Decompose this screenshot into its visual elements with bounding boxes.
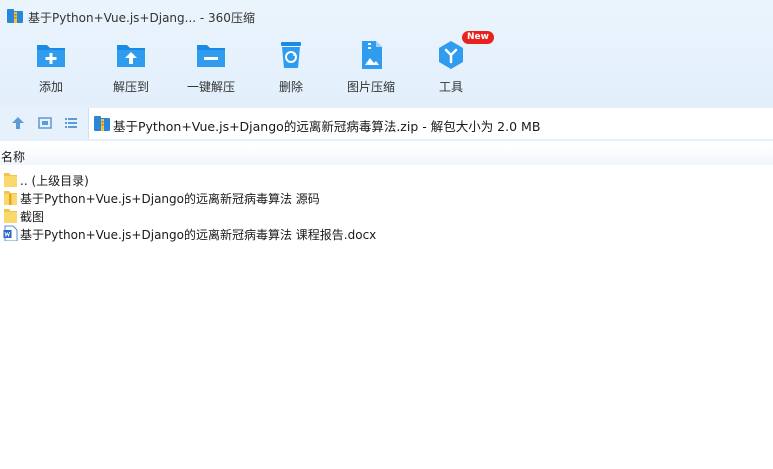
list-item-label: .. (上级目录): [20, 174, 89, 188]
up-arrow-icon[interactable]: [10, 115, 26, 131]
delete-button-label: 删除: [278, 80, 303, 94]
list-view-icon[interactable]: [63, 115, 79, 131]
address-bar: 基于Python+Vue.js+Django的远离新冠病毒算法.zip - 解包…: [0, 107, 773, 141]
add-button[interactable]: 添加: [11, 36, 91, 98]
path-text: 基于Python+Vue.js+Django的远离新冠病毒算法.zip - 解包…: [113, 119, 541, 134]
zip-folder-icon: [4, 191, 17, 205]
app-zip-icon: [7, 9, 23, 23]
list-item-label: 基于Python+Vue.js+Django的远离新冠病毒算法 源码: [20, 192, 320, 206]
one-click-extract-button[interactable]: 一键解压: [171, 36, 251, 98]
recycle-icon: [281, 42, 301, 68]
thumbnail-view-icon[interactable]: [37, 115, 53, 131]
list-item[interactable]: 基于Python+Vue.js+Django的远离新冠病毒算法 源码: [0, 188, 773, 206]
extract-to-button[interactable]: 解压到: [91, 36, 171, 98]
window-title: 基于Python+Vue.js+Djang... - 360压缩: [28, 11, 255, 25]
tools-button[interactable]: New 工具: [411, 31, 494, 98]
list-item[interactable]: 截图: [0, 206, 773, 224]
list-item-parent[interactable]: .. (上级目录): [0, 170, 773, 188]
file-list: .. (上级目录) 基于Python+Vue.js+Django的远离新冠病毒算…: [0, 170, 773, 242]
image-compress-button-label: 图片压缩: [346, 80, 395, 94]
image-compress-button[interactable]: 图片压缩: [331, 36, 411, 98]
folder-icon: [4, 173, 17, 187]
zip-file-icon: [94, 116, 110, 131]
top-area: 基于Python+Vue.js+Djang... - 360压缩 添加 解压到: [0, 0, 773, 107]
add-icon: [37, 45, 65, 67]
one-click-extract-button-label: 一键解压: [186, 80, 235, 94]
tools-icon: [439, 41, 463, 69]
list-item-label: 基于Python+Vue.js+Django的远离新冠病毒算法 课程报告.doc…: [20, 228, 377, 242]
column-header-name[interactable]: 名称: [0, 145, 773, 165]
add-button-label: 添加: [38, 80, 63, 94]
word-doc-icon: [3, 225, 18, 241]
column-header-label: 名称: [1, 150, 26, 164]
one-click-extract-icon: [197, 45, 225, 67]
image-compress-icon: [362, 41, 382, 69]
list-item[interactable]: 基于Python+Vue.js+Django的远离新冠病毒算法 课程报告.doc…: [0, 224, 773, 242]
new-badge: New: [462, 31, 494, 44]
delete-button[interactable]: 删除: [251, 36, 331, 98]
list-item-label: 截图: [20, 210, 45, 224]
extract-to-button-label: 解压到: [112, 80, 149, 94]
toolbar: 添加 解压到 一键解压 删除 图片压缩 New 工具: [0, 31, 773, 100]
path-field[interactable]: 基于Python+Vue.js+Django的远离新冠病毒算法.zip - 解包…: [88, 108, 773, 139]
extract-to-icon: [117, 45, 145, 67]
title-bar: 基于Python+Vue.js+Djang... - 360压缩: [0, 0, 773, 32]
tools-button-label: 工具: [438, 80, 463, 94]
folder-icon: [4, 209, 17, 223]
